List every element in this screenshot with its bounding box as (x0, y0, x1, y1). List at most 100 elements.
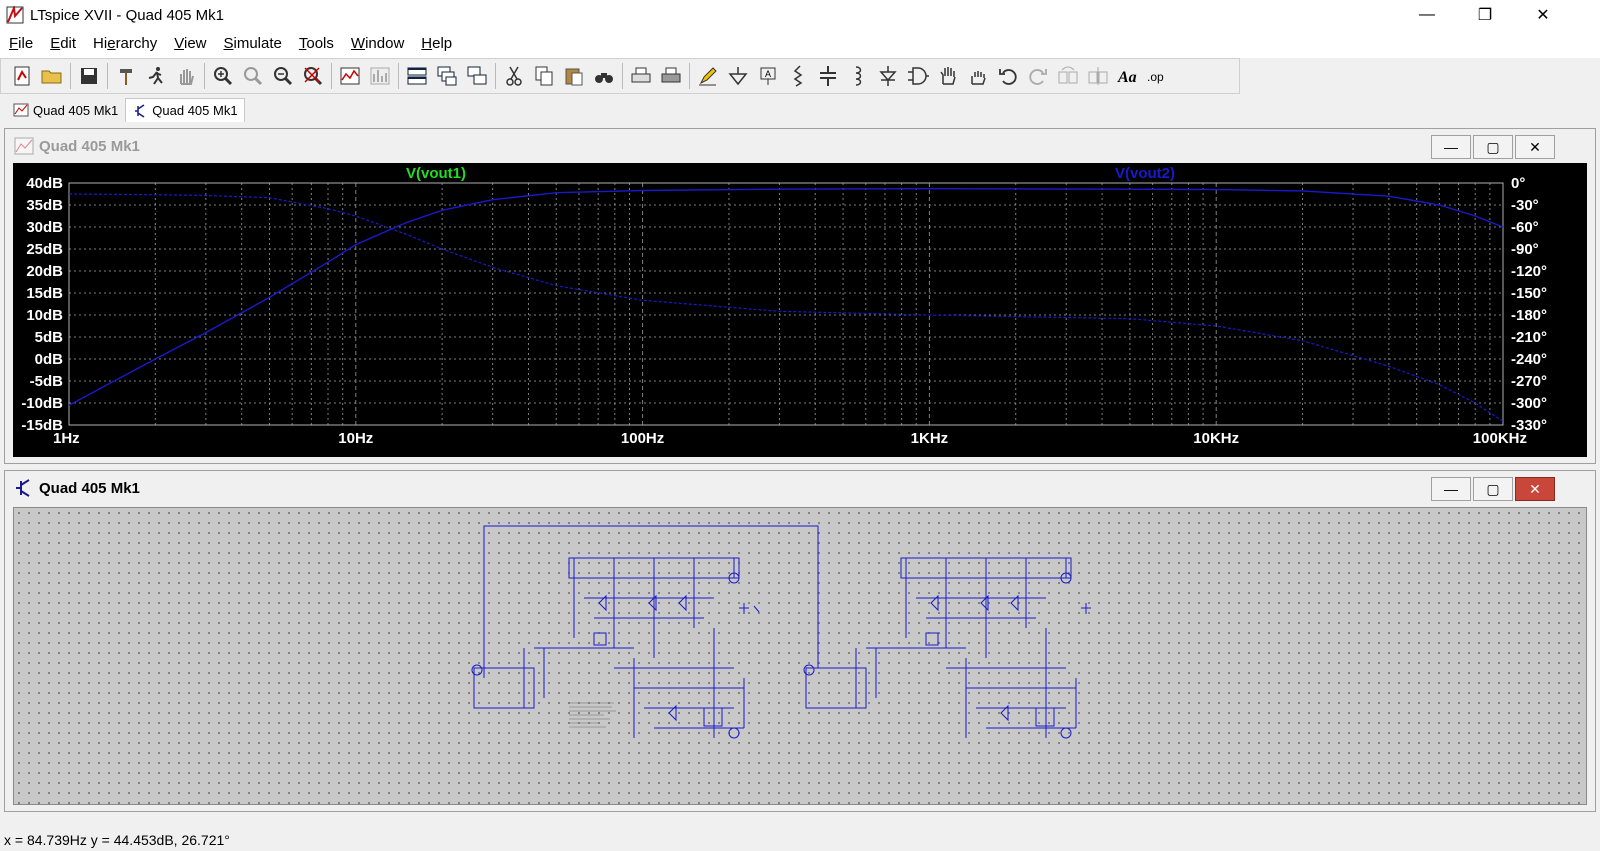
waveform-maximize-button[interactable]: ▢ (1473, 135, 1513, 159)
tile-vertical-button[interactable] (462, 61, 492, 91)
y-tick-label-left: 0dB (35, 351, 64, 368)
open-button[interactable] (37, 61, 67, 91)
fft-button[interactable] (365, 61, 395, 91)
mirror-button[interactable] (1083, 61, 1113, 91)
new-schematic-icon (14, 66, 30, 86)
undo-button[interactable] (993, 61, 1023, 91)
menu-tools[interactable]: Tools (290, 30, 342, 58)
waveform-minimize-button[interactable]: — (1431, 135, 1471, 159)
window-close-button[interactable]: ✕ (1514, 0, 1572, 30)
y-tick-label-right: -300° (1511, 395, 1547, 412)
zoom-in-button[interactable] (208, 61, 238, 91)
find-button[interactable] (589, 61, 619, 91)
trace-label-vout1: V(vout1) (406, 165, 466, 182)
y-tick-label-left: -10dB (21, 395, 63, 412)
schematic-close-button[interactable]: ✕ (1515, 477, 1555, 501)
capacitor-button[interactable] (813, 61, 843, 91)
amplifier-stage-2 (803, 557, 1091, 739)
window-title: LTspice XVII - Quad 405 Mk1 (30, 6, 224, 24)
y-tick-label-left: 5dB (35, 329, 64, 346)
autorange-button[interactable] (335, 61, 365, 91)
x-tick-label: 1Hz (53, 430, 80, 447)
redo-button[interactable] (1023, 61, 1053, 91)
save-button[interactable] (74, 61, 104, 91)
x-tick-label: 1KHz (911, 430, 949, 447)
pencil-icon (699, 67, 717, 86)
menu-hierarchy[interactable]: Hierarchy (84, 30, 165, 58)
zoom-out-icon (274, 67, 293, 86)
window-restore-button[interactable]: ❐ (1456, 0, 1514, 30)
label-net-button[interactable]: A (753, 61, 783, 91)
binoculars-icon (595, 73, 613, 83)
tab-label: Quad 405 Mk1 (33, 102, 119, 118)
menu-view[interactable]: View (165, 30, 214, 58)
y-tick-label-left: 35dB (26, 197, 63, 214)
tile-vertical-icon (467, 66, 487, 85)
copy-button[interactable] (529, 61, 559, 91)
run-button[interactable] (141, 61, 171, 91)
toolbar-separator (107, 63, 108, 89)
rotate-icon (1058, 66, 1078, 84)
waveform-close-button[interactable]: ✕ (1515, 135, 1555, 159)
menu-edit[interactable]: Edit (41, 30, 84, 58)
draw-wire-button[interactable] (693, 61, 723, 91)
window-minimize-button[interactable]: — (1398, 0, 1456, 30)
cut-button[interactable] (499, 61, 529, 91)
component-button[interactable] (903, 61, 933, 91)
drag-button[interactable] (963, 61, 993, 91)
y-tick-label-left: 40dB (26, 175, 63, 192)
print-setup-button[interactable] (626, 61, 656, 91)
tab-schematic[interactable]: Quad 405 Mk1 (125, 98, 245, 122)
x-tick-label: 100KHz (1473, 430, 1527, 447)
schematic-window: Quad 405 Mk1 — ▢ ✕ (4, 470, 1596, 812)
paste-icon (565, 68, 583, 86)
y-tick-label-left: 25dB (26, 241, 63, 258)
menu-file[interactable]: File (0, 30, 41, 58)
y-tick-label-left: 30dB (26, 219, 63, 236)
toolbar-separator (689, 63, 690, 89)
tab-waveform[interactable]: Quad 405 Mk1 (6, 98, 125, 122)
zoom-fit-button[interactable] (298, 61, 328, 91)
text-button[interactable]: Aa (1113, 61, 1143, 91)
trace-magnitude (68, 187, 1504, 406)
y-tick-label-right: -150° (1511, 285, 1547, 302)
spice-directive-button[interactable]: .op (1143, 61, 1173, 91)
printer-icon (631, 67, 651, 83)
toolbar: A Aa .op (0, 58, 1240, 94)
menu-help[interactable]: Help (412, 30, 460, 58)
inductor-button[interactable] (843, 61, 873, 91)
resistor-button[interactable] (783, 61, 813, 91)
y-tick-label-left: -5dB (30, 373, 64, 390)
move-button[interactable] (933, 61, 963, 91)
print-button[interactable] (656, 61, 686, 91)
schematic-maximize-button[interactable]: ▢ (1473, 477, 1513, 501)
undo-icon (999, 69, 1017, 85)
pan-button[interactable] (238, 61, 268, 91)
y-tick-label-left: 20dB (26, 263, 63, 280)
schematic-minimize-button[interactable]: — (1431, 477, 1471, 501)
toolbar-separator (204, 63, 205, 89)
svg-text:A: A (765, 69, 771, 79)
tile-horizontal-button[interactable] (402, 61, 432, 91)
waveform-plot[interactable]: 40dB 35dB 30dB 25dB 20dB 15dB 10dB 5dB 0dB -5dB -1… (13, 163, 1587, 457)
ground-button[interactable] (723, 61, 753, 91)
diode-button[interactable] (873, 61, 903, 91)
y-tick-label-left: 15dB (26, 285, 63, 302)
rotate-button[interactable] (1053, 61, 1083, 91)
halt-button[interactable] (171, 61, 201, 91)
printer-full-icon (661, 67, 681, 83)
cascade-button[interactable] (432, 61, 462, 91)
schematic-canvas[interactable] (13, 507, 1587, 805)
menu-window[interactable]: Window (342, 30, 412, 58)
control-panel-button[interactable] (111, 61, 141, 91)
plot-frame (68, 182, 1504, 426)
zoom-out-button[interactable] (268, 61, 298, 91)
paste-button[interactable] (559, 61, 589, 91)
menu-simulate[interactable]: Simulate (215, 30, 290, 58)
new-schematic-button[interactable] (7, 61, 37, 91)
toolbar-separator (398, 63, 399, 89)
diode-icon (879, 66, 897, 86)
ltspice-icon (6, 6, 24, 24)
waveform-icon (13, 103, 29, 117)
waveform-window-caption: Quad 405 Mk1 (5, 129, 1595, 163)
